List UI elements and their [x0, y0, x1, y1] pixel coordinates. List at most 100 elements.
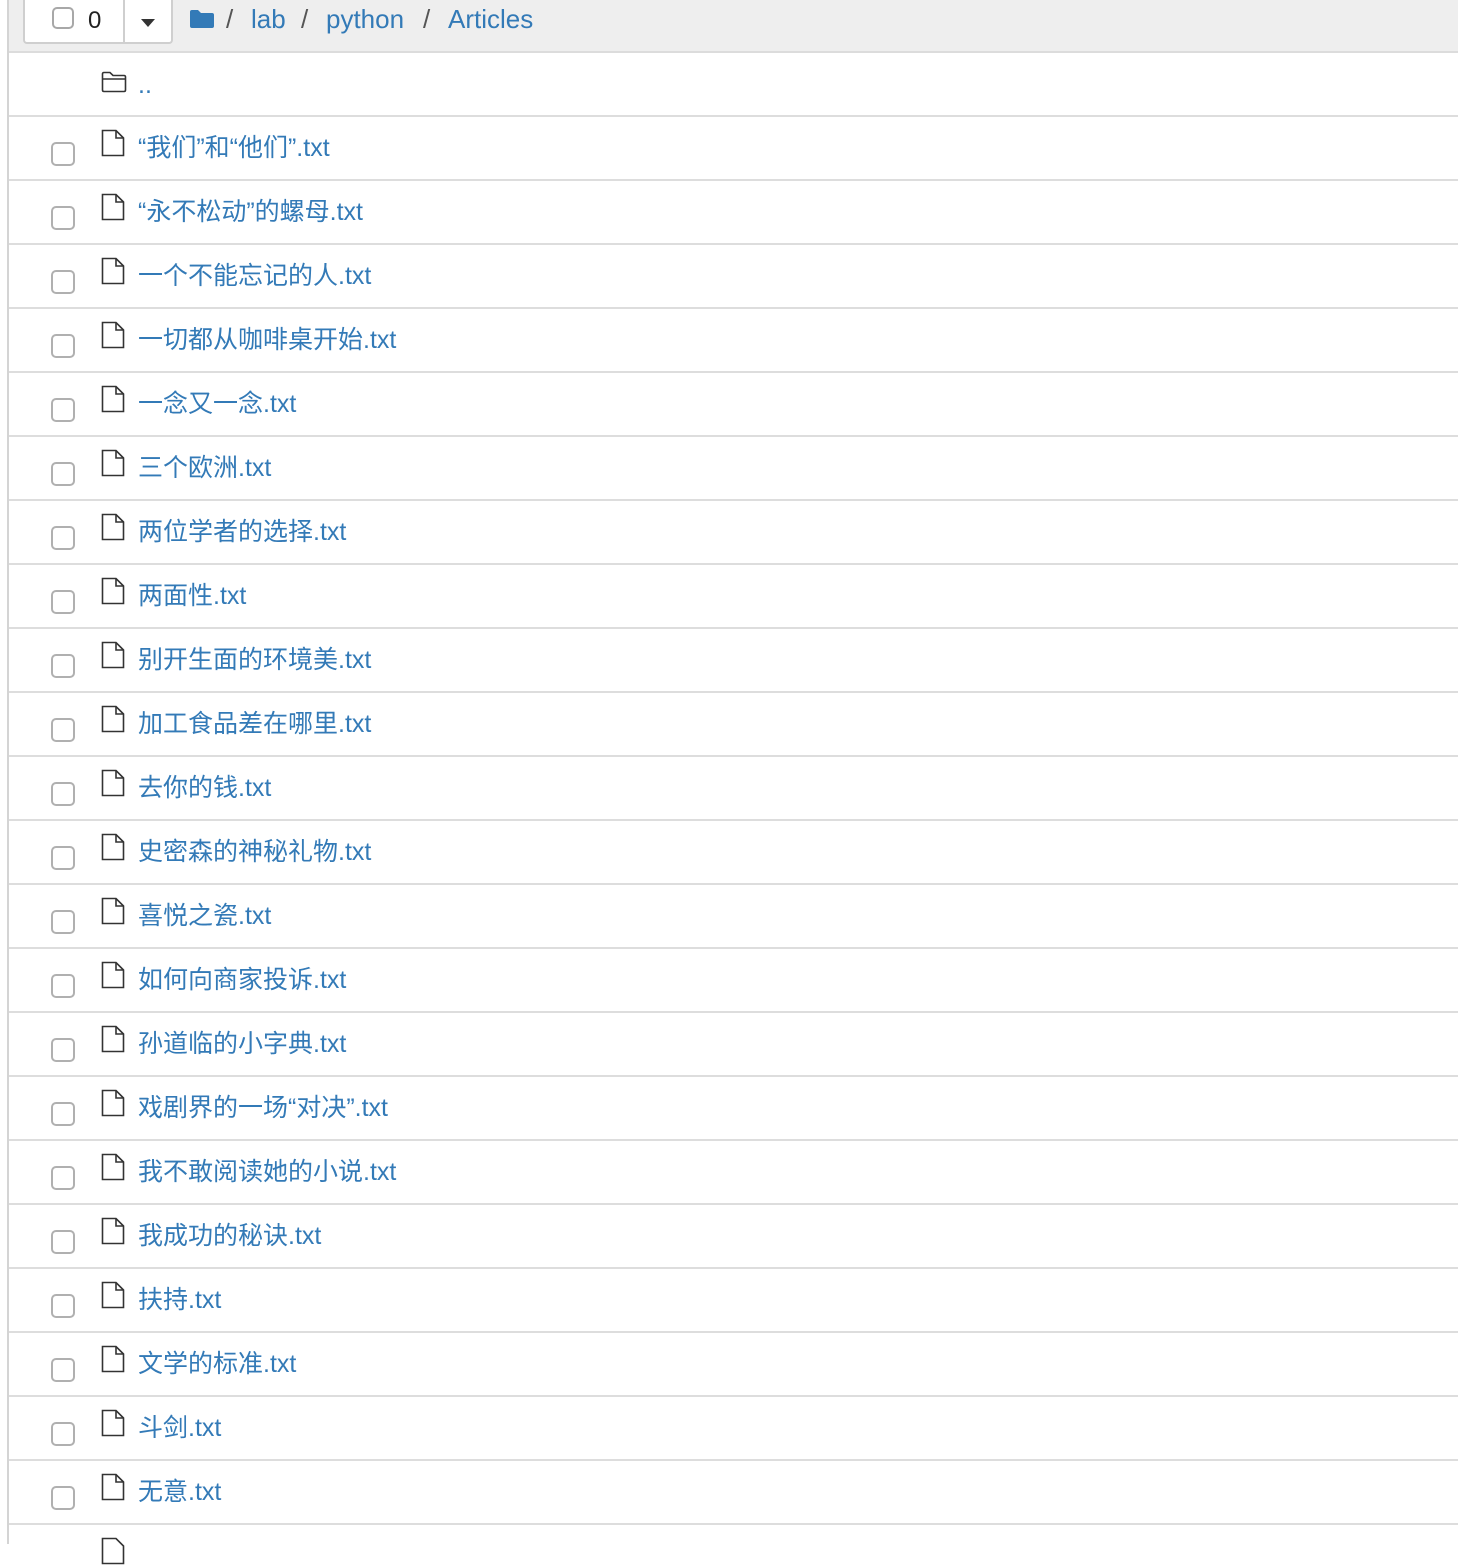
file-link[interactable]: 三个欧洲.txt	[138, 453, 271, 483]
breadcrumb-separator: /	[301, 4, 309, 34]
file-icon	[101, 641, 125, 669]
file-row[interactable]: 三个欧洲.txt	[9, 437, 1458, 501]
file-row-partial	[9, 1525, 1458, 1565]
chevron-down-icon[interactable]	[141, 19, 155, 27]
file-link[interactable]: 史密森的神秘礼物.txt	[138, 837, 371, 867]
breadcrumb-python[interactable]: python	[326, 3, 404, 35]
folder-icon[interactable]	[189, 9, 215, 29]
file-link[interactable]: 一念又一念.txt	[138, 389, 296, 419]
file-link[interactable]: 文学的标准.txt	[138, 1349, 296, 1379]
file-row[interactable]: 两面性.txt	[9, 565, 1458, 629]
file-row[interactable]: 一个不能忘记的人.txt	[9, 245, 1458, 309]
row-checkbox[interactable]	[51, 718, 75, 742]
file-row[interactable]: 我不敢阅读她的小说.txt	[9, 1141, 1458, 1205]
row-checkbox[interactable]	[51, 1294, 75, 1318]
row-checkbox[interactable]	[51, 782, 75, 806]
file-row[interactable]: 加工食品差在哪里.txt	[9, 693, 1458, 757]
file-link[interactable]: 两面性.txt	[138, 581, 246, 611]
breadcrumb-articles[interactable]: Articles	[448, 3, 533, 35]
row-checkbox[interactable]	[51, 654, 75, 678]
row-checkbox[interactable]	[51, 206, 75, 230]
file-icon	[101, 1537, 125, 1565]
row-checkbox[interactable]	[51, 1038, 75, 1062]
file-icon	[101, 1281, 125, 1309]
file-row[interactable]: 史密森的神秘礼物.txt	[9, 821, 1458, 885]
file-row[interactable]: 一念又一念.txt	[9, 373, 1458, 437]
file-row[interactable]: 两位学者的选择.txt	[9, 501, 1458, 565]
row-checkbox[interactable]	[51, 974, 75, 998]
row-checkbox[interactable]	[51, 1358, 75, 1382]
file-row[interactable]: 无意.txt	[9, 1461, 1458, 1525]
file-link[interactable]: 两位学者的选择.txt	[138, 517, 346, 547]
file-icon	[101, 961, 125, 989]
file-link[interactable]: 喜悦之瓷.txt	[138, 901, 271, 931]
folder-outline-icon	[101, 71, 127, 93]
row-checkbox[interactable]	[51, 526, 75, 550]
row-checkbox[interactable]	[51, 910, 75, 934]
file-row[interactable]: “我们”和“他们”.txt	[9, 117, 1458, 181]
file-icon	[101, 321, 125, 349]
file-icon	[101, 385, 125, 413]
row-checkbox[interactable]	[51, 1486, 75, 1510]
file-link[interactable]: 加工食品差在哪里.txt	[138, 709, 371, 739]
file-row[interactable]: 一切都从咖啡桌开始.txt	[9, 309, 1458, 373]
parent-directory-row[interactable]: ..	[9, 53, 1458, 117]
file-link[interactable]: 斗剑.txt	[138, 1413, 221, 1443]
row-checkbox[interactable]	[51, 142, 75, 166]
file-row[interactable]: 我成功的秘诀.txt	[9, 1205, 1458, 1269]
file-row[interactable]: 喜悦之瓷.txt	[9, 885, 1458, 949]
file-row[interactable]: 去你的钱.txt	[9, 757, 1458, 821]
file-icon	[101, 129, 125, 157]
file-link[interactable]: “我们”和“他们”.txt	[138, 133, 330, 163]
row-checkbox[interactable]	[51, 1166, 75, 1190]
file-row[interactable]: 斗剑.txt	[9, 1397, 1458, 1461]
file-icon	[101, 1153, 125, 1181]
select-all-dropdown[interactable]: 0	[23, 0, 173, 44]
row-checkbox[interactable]	[51, 846, 75, 870]
file-icon	[101, 449, 125, 477]
file-icon	[101, 1473, 125, 1501]
file-icon	[101, 577, 125, 605]
file-link[interactable]: 我不敢阅读她的小说.txt	[138, 1157, 396, 1187]
file-icon	[101, 1217, 125, 1245]
row-checkbox[interactable]	[51, 462, 75, 486]
row-checkbox[interactable]	[51, 1422, 75, 1446]
row-checkbox[interactable]	[51, 270, 75, 294]
file-icon	[101, 1409, 125, 1437]
row-checkbox[interactable]	[51, 334, 75, 358]
file-link[interactable]: 孙道临的小字典.txt	[138, 1029, 346, 1059]
breadcrumb-lab[interactable]: lab	[251, 3, 286, 35]
file-link[interactable]: 我成功的秘诀.txt	[138, 1221, 321, 1251]
file-browser: 0 / lab / python / Articles .. “我们”和“他们”…	[7, 0, 1458, 1565]
file-row[interactable]: 扶持.txt	[9, 1269, 1458, 1333]
file-link[interactable]: 别开生面的环境美.txt	[138, 645, 371, 675]
select-all-checkbox[interactable]	[52, 7, 74, 29]
file-link[interactable]: 无意.txt	[138, 1477, 221, 1507]
file-row[interactable]: 如何向商家投诉.txt	[9, 949, 1458, 1013]
file-icon	[101, 257, 125, 285]
parent-directory-link[interactable]: ..	[138, 70, 152, 100]
file-row[interactable]: 孙道临的小字典.txt	[9, 1013, 1458, 1077]
file-icon	[101, 833, 125, 861]
file-link[interactable]: 一个不能忘记的人.txt	[138, 261, 371, 291]
row-checkbox[interactable]	[51, 1102, 75, 1126]
file-icon	[101, 513, 125, 541]
breadcrumb-separator: /	[423, 4, 431, 34]
breadcrumb-separator: /	[226, 4, 234, 34]
row-checkbox[interactable]	[51, 1230, 75, 1254]
file-link[interactable]: “永不松动”的螺母.txt	[138, 197, 363, 227]
file-row[interactable]: 戏剧界的一场“对决”.txt	[9, 1077, 1458, 1141]
file-icon	[101, 1089, 125, 1117]
file-row[interactable]: 文学的标准.txt	[9, 1333, 1458, 1397]
file-link[interactable]: 戏剧界的一场“对决”.txt	[138, 1093, 388, 1123]
file-link[interactable]: 去你的钱.txt	[138, 773, 271, 803]
file-link[interactable]: 扶持.txt	[138, 1285, 221, 1315]
file-link[interactable]: 如何向商家投诉.txt	[138, 965, 346, 995]
selector-divider	[123, 0, 125, 42]
file-link[interactable]: 一切都从咖啡桌开始.txt	[138, 325, 396, 355]
file-row[interactable]: 别开生面的环境美.txt	[9, 629, 1458, 693]
row-checkbox[interactable]	[51, 590, 75, 614]
row-checkbox[interactable]	[51, 398, 75, 422]
file-icon	[101, 193, 125, 221]
file-row[interactable]: “永不松动”的螺母.txt	[9, 181, 1458, 245]
